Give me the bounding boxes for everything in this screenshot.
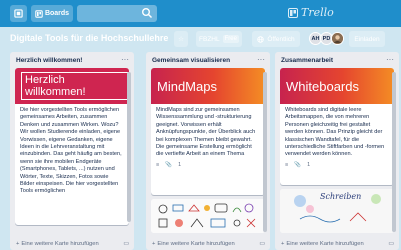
list-gemeinsam-visualisieren: Gemeinsam visualisieren ··· MindMaps Min…	[146, 52, 270, 250]
invite-button[interactable]: Einladen	[349, 31, 385, 47]
card-description: MindMaps sind zur gemeinsamen Wissenssam…	[156, 107, 256, 158]
plus-icon: +	[281, 241, 285, 247]
card-cover: Herzlich willkommen!	[15, 68, 129, 104]
list-menu-icon[interactable]: ···	[386, 55, 394, 64]
list-title[interactable]: Gemeinsam visualisieren	[152, 57, 230, 64]
card-template-icon[interactable]: ▭	[259, 240, 265, 247]
attachment-icon: 📎	[294, 161, 302, 168]
top-bar: Boards Trello	[0, 0, 401, 27]
person-photo-icon	[332, 33, 343, 44]
description-icon: ≡	[285, 161, 289, 168]
add-card-button[interactable]: + Eine weitere Karte hinzufügen	[152, 241, 235, 247]
trello-logo[interactable]: Trello	[288, 6, 334, 19]
card-template-icon[interactable]: ▭	[123, 240, 129, 247]
team-button[interactable]: FBZHL Free	[196, 31, 242, 47]
board-title[interactable]: Digitale Tools für die Hochschullehre	[10, 33, 168, 43]
add-card-button[interactable]: + Eine weitere Karte hinzufügen	[16, 241, 99, 247]
card-whiteboards[interactable]: Whiteboards Whiteboards sind digitale le…	[280, 68, 394, 185]
visibility-label: Öffentlich	[267, 35, 295, 43]
card-herzlich-willkommen[interactable]: Herzlich willkommen! Die hier vorgestell…	[15, 68, 129, 225]
visibility-button[interactable]: Öffentlich	[252, 31, 300, 47]
list-scrollbar[interactable]	[263, 72, 267, 232]
attachment-count: 1	[178, 161, 182, 168]
card-description: Whiteboards sind digitale leere Arbeitsm…	[285, 107, 385, 158]
list-menu-icon[interactable]: ···	[121, 55, 129, 64]
list-scrollbar[interactable]	[392, 72, 396, 232]
list-zusammenarbeit: Zusammenarbeit ··· Whiteboards Whiteboar…	[275, 52, 399, 250]
description-icon: ≡	[156, 161, 160, 168]
card-cover-text: Herzlich willkommen!	[21, 72, 129, 100]
star-icon: ☆	[178, 36, 184, 43]
card-badges: ≡ 📎 1	[280, 162, 394, 171]
card-cover-text: MindMaps	[157, 78, 217, 94]
list-menu-icon[interactable]: ···	[257, 55, 265, 64]
boards-label: Boards	[44, 10, 70, 17]
plus-icon: +	[16, 241, 20, 247]
attachment-count: 1	[307, 161, 311, 168]
home-icon	[14, 9, 23, 18]
search-icon	[142, 8, 152, 18]
team-label: FBZHL	[199, 35, 220, 43]
card-badges: ≡ 📎 1	[151, 162, 265, 171]
attachment-icon: 📎	[165, 161, 173, 168]
star-button[interactable]: ☆	[174, 31, 188, 47]
card-mindmap-thumbnail[interactable]	[151, 199, 265, 233]
boards-button[interactable]: Boards	[31, 5, 73, 22]
add-card-label: Eine weitere Karte hinzufügen	[286, 241, 364, 247]
whiteboard-thumbnail-title: Schreiben	[320, 192, 362, 201]
card-cover: MindMaps	[151, 68, 265, 104]
add-card-button[interactable]: + Eine weitere Karte hinzufügen	[281, 241, 364, 247]
free-badge: Free	[222, 35, 239, 43]
logo-text: Trello	[301, 6, 334, 19]
card-cover: Whiteboards	[280, 68, 394, 104]
home-button[interactable]	[10, 5, 27, 22]
card-mindmaps[interactable]: MindMaps MindMaps sind zur gemeinsamen W…	[151, 68, 265, 195]
doodle-thumbnail-image	[151, 199, 265, 233]
card-template-icon[interactable]: ▭	[388, 240, 394, 247]
search-input[interactable]	[77, 5, 157, 22]
list-herzlich-willkommen: Herzlich willkommen! ··· Herzlich willko…	[10, 52, 134, 250]
trello-logo-icon	[288, 7, 298, 18]
member-avatar-photo[interactable]	[331, 32, 344, 45]
globe-icon	[257, 35, 265, 43]
add-card-label: Eine weitere Karte hinzufügen	[157, 241, 235, 247]
card-cover-text: Whiteboards	[286, 78, 359, 94]
boards-icon	[35, 9, 43, 18]
add-card-label: Eine weitere Karte hinzufügen	[21, 241, 99, 247]
card-description: Die hier vorgestellten Tools ermöglichen…	[20, 107, 122, 195]
plus-icon: +	[152, 241, 156, 247]
list-title[interactable]: Zusammenarbeit	[281, 57, 333, 64]
list-scrollbar[interactable]	[127, 72, 131, 222]
card-whiteboard-thumbnail[interactable]: Schreiben	[280, 189, 394, 233]
list-title[interactable]: Herzlich willkommen!	[16, 57, 82, 64]
